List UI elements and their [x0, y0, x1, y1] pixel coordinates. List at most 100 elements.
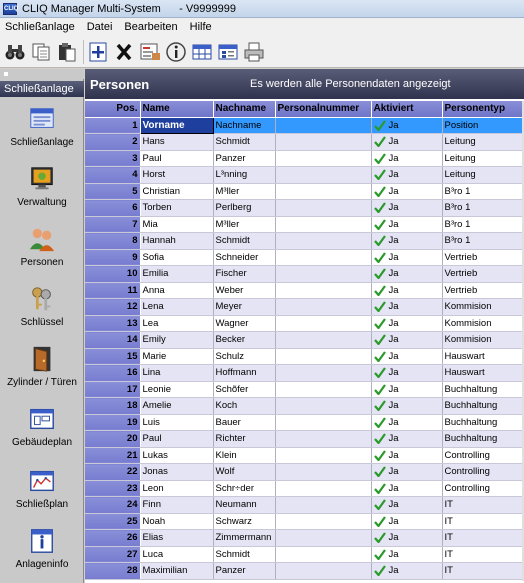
cell-aktiviert[interactable]: Ja: [371, 199, 443, 217]
cell-nachname[interactable]: Schneider: [213, 249, 276, 266]
cell-pos[interactable]: 24: [85, 496, 141, 514]
cell-pos[interactable]: 21: [85, 447, 141, 464]
cell-personalnummer[interactable]: [275, 249, 372, 266]
cell-personentyp[interactable]: Hauswart: [442, 348, 523, 365]
cell-aktiviert[interactable]: Ja: [371, 529, 443, 547]
cell-personalnummer[interactable]: [275, 348, 372, 365]
cell-name[interactable]: Paul: [140, 430, 214, 448]
edit-icon[interactable]: [138, 40, 162, 64]
menu-bearbeiten[interactable]: Bearbeiten: [118, 21, 183, 33]
cell-name[interactable]: Luis: [140, 414, 214, 431]
cell-personalnummer[interactable]: [275, 117, 372, 134]
cell-name[interactable]: Amelie: [140, 397, 214, 415]
cell-pos[interactable]: 8: [85, 232, 141, 250]
table-row[interactable]: 7 Mia M³ller Ja B³ro 1: [85, 216, 523, 233]
cell-personentyp[interactable]: Leitung: [442, 133, 523, 151]
cell-name[interactable]: Horst: [140, 166, 214, 184]
sidebar-item-gebaeudeplan[interactable]: Gebäudeplan: [0, 399, 84, 457]
cell-name[interactable]: Hannah: [140, 232, 214, 250]
cell-name[interactable]: Mia: [140, 216, 214, 233]
cell-name[interactable]: Vorname: [139, 116, 214, 134]
cell-aktiviert[interactable]: Ja: [371, 331, 443, 349]
cell-personentyp[interactable]: Vertrieb: [442, 265, 523, 283]
cell-aktiviert[interactable]: Ja: [371, 513, 443, 530]
cell-pos[interactable]: 15: [85, 348, 141, 365]
table-row[interactable]: 13 Lea Wagner Ja Kommision: [85, 315, 523, 332]
cell-personalnummer[interactable]: [275, 265, 372, 283]
list-icon[interactable]: [216, 40, 240, 64]
cell-personentyp[interactable]: Kommision: [442, 298, 523, 316]
cell-name[interactable]: Lea: [140, 315, 214, 332]
cell-personentyp[interactable]: B³ro 1: [442, 199, 523, 217]
column-header-nachname[interactable]: Nachname: [213, 101, 276, 118]
cell-personentyp[interactable]: Leitung: [442, 150, 523, 167]
cell-aktiviert[interactable]: Ja: [371, 232, 443, 250]
cell-name[interactable]: Christian: [140, 183, 214, 200]
cell-pos[interactable]: 1: [85, 117, 141, 134]
table-row[interactable]: 25 Noah Schwarz Ja IT: [85, 513, 523, 530]
cell-pos[interactable]: 25: [85, 513, 141, 530]
cell-personalnummer[interactable]: [275, 282, 372, 299]
cell-personentyp[interactable]: Vertrieb: [442, 282, 523, 299]
cell-pos[interactable]: 9: [85, 249, 141, 266]
cell-personalnummer[interactable]: [275, 430, 372, 448]
cell-aktiviert[interactable]: Ja: [371, 166, 443, 184]
cell-personentyp[interactable]: IT: [442, 513, 523, 530]
cell-nachname[interactable]: Wolf: [213, 463, 276, 481]
cell-name[interactable]: Lukas: [140, 447, 214, 464]
table-row[interactable]: 18 Amelie Koch Ja Buchhaltung: [85, 397, 523, 415]
table-row[interactable]: 17 Leonie Schõfer Ja Buchhaltung: [85, 381, 523, 398]
cell-pos[interactable]: 12: [85, 298, 141, 316]
cell-personentyp[interactable]: Buchhaltung: [442, 397, 523, 415]
cell-aktiviert[interactable]: Ja: [371, 117, 443, 134]
cell-personalnummer[interactable]: [275, 562, 372, 580]
cell-personentyp[interactable]: B³ro 1: [442, 216, 523, 233]
cell-aktiviert[interactable]: Ja: [371, 414, 443, 431]
cell-personentyp[interactable]: IT: [442, 546, 523, 563]
table-row[interactable]: 1 Vorname Nachname Ja Position: [85, 116, 523, 134]
cell-aktiviert[interactable]: Ja: [371, 216, 443, 233]
table-row[interactable]: 2 Hans Schmidt Ja Leitung: [85, 133, 523, 151]
cell-name[interactable]: Maximilian: [140, 562, 214, 580]
cell-personalnummer[interactable]: [275, 480, 372, 497]
cell-personalnummer[interactable]: [275, 331, 372, 349]
cell-personentyp[interactable]: Leitung: [442, 166, 523, 184]
cell-personalnummer[interactable]: [275, 513, 372, 530]
cell-nachname[interactable]: Koch: [213, 397, 276, 415]
cell-nachname[interactable]: M³ller: [213, 183, 276, 200]
table-row[interactable]: 3 Paul Panzer Ja Leitung: [85, 150, 523, 167]
column-header-name[interactable]: Name: [140, 101, 214, 118]
menu-datei[interactable]: Datei: [81, 21, 119, 33]
cell-personentyp[interactable]: Kommision: [442, 331, 523, 349]
table-row[interactable]: 11 Anna Weber Ja Vertrieb: [85, 282, 523, 299]
cell-personalnummer[interactable]: [275, 133, 372, 151]
cell-nachname[interactable]: Perlberg: [213, 199, 276, 217]
cell-pos[interactable]: 16: [85, 364, 141, 382]
cell-personalnummer[interactable]: [275, 463, 372, 481]
sidebar-item-zylinder-tueren[interactable]: Zylinder / Türen: [0, 339, 84, 397]
table-row[interactable]: 9 Sofia Schneider Ja Vertrieb: [85, 249, 523, 266]
cell-personentyp[interactable]: B³ro 1: [442, 232, 523, 250]
cell-pos[interactable]: 7: [85, 216, 141, 233]
cell-personentyp[interactable]: IT: [442, 496, 523, 514]
cell-nachname[interactable]: Panzer: [213, 562, 276, 580]
table-icon[interactable]: [190, 40, 214, 64]
table-row[interactable]: 12 Lena Meyer Ja Kommision: [85, 298, 523, 316]
copy-icon[interactable]: [29, 40, 53, 64]
table-row[interactable]: 27 Luca Schmidt Ja IT: [85, 546, 523, 563]
cell-personentyp[interactable]: B³ro 1: [442, 183, 523, 200]
cell-pos[interactable]: 17: [85, 381, 141, 398]
cell-personalnummer[interactable]: [275, 216, 372, 233]
cell-personalnummer[interactable]: [275, 199, 372, 217]
menu-hilfe[interactable]: Hilfe: [184, 21, 218, 33]
cell-pos[interactable]: 20: [85, 430, 141, 448]
cell-name[interactable]: Torben: [140, 199, 214, 217]
cell-pos[interactable]: 5: [85, 183, 141, 200]
column-header-personentyp[interactable]: Personentyp: [442, 101, 523, 118]
cell-pos[interactable]: 4: [85, 166, 141, 184]
cell-nachname[interactable]: Schmidt: [213, 133, 276, 151]
cell-name[interactable]: Lina: [140, 364, 214, 382]
cell-pos[interactable]: 2: [85, 133, 141, 151]
cell-aktiviert[interactable]: Ja: [371, 265, 443, 283]
cell-name[interactable]: Lena: [140, 298, 214, 316]
